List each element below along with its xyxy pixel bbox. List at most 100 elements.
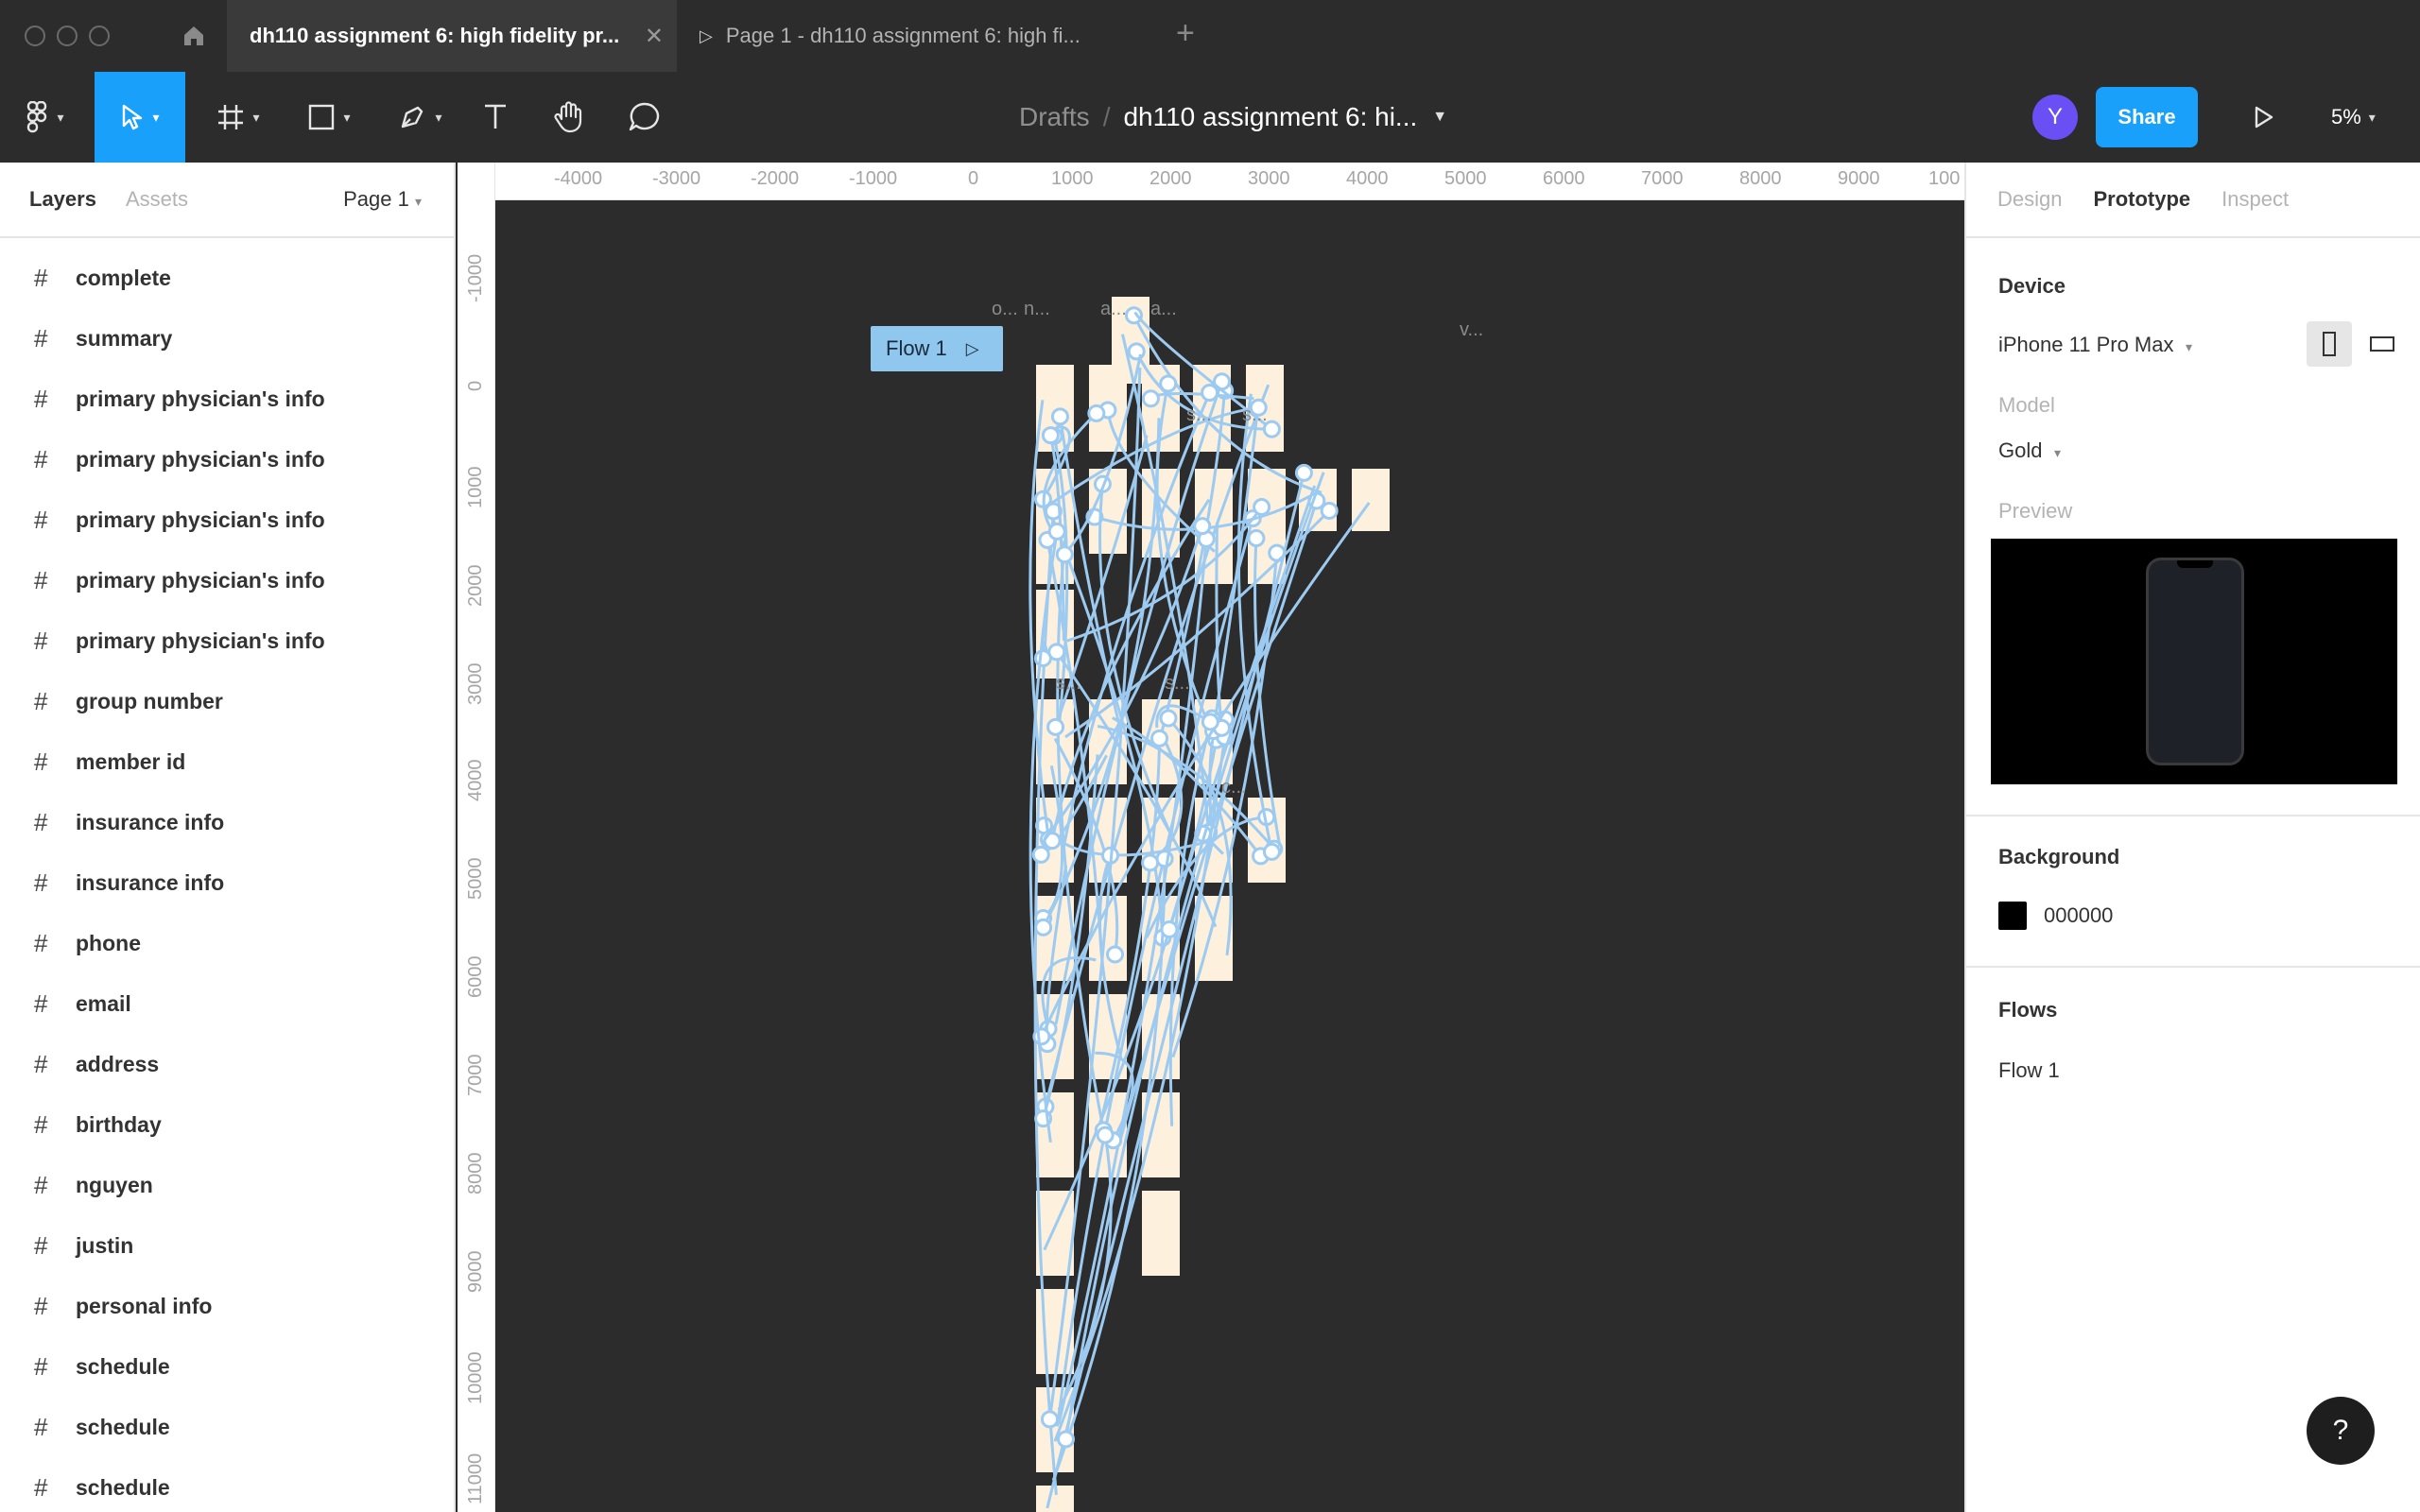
layer-item[interactable]: # phone — [0, 913, 454, 973]
background-color-field[interactable]: 000000 — [1966, 902, 2113, 930]
ruler-label: 10000 — [465, 1351, 486, 1404]
portrait-icon — [2323, 332, 2336, 356]
connection-node[interactable] — [1201, 713, 1219, 731]
layer-item[interactable]: # schedule — [0, 1336, 454, 1397]
flows-heading-wrap: Flows — [1966, 998, 2057, 1022]
shape-tool-button[interactable]: ▾ — [291, 72, 367, 163]
connection-node[interactable] — [1155, 850, 1174, 868]
connection-node[interactable] — [1047, 522, 1066, 541]
layer-item[interactable]: # member id — [0, 731, 454, 792]
home-icon[interactable] — [161, 0, 227, 72]
connection-node[interactable] — [1193, 517, 1212, 536]
move-tool-button[interactable]: ▾ — [95, 72, 185, 163]
layer-item[interactable]: # primary physician's info — [0, 490, 454, 550]
prototype-frame[interactable] — [1142, 1191, 1180, 1276]
avatar[interactable]: Y — [2032, 94, 2078, 140]
minimize-window-button[interactable] — [57, 26, 78, 46]
tab-inspect[interactable]: Inspect — [2221, 187, 2289, 212]
connection-node[interactable] — [1294, 463, 1313, 482]
connection-node[interactable] — [1124, 306, 1143, 325]
connection-node[interactable] — [1046, 717, 1065, 736]
layer-item[interactable]: # summary — [0, 308, 454, 369]
connection-node[interactable] — [1096, 1125, 1115, 1144]
help-button[interactable]: ? — [2307, 1397, 2375, 1465]
layer-item[interactable]: # primary physician's info — [0, 610, 454, 671]
chevron-down-icon[interactable]: ▼ — [1432, 109, 1447, 126]
connection-node[interactable] — [1141, 853, 1160, 872]
layer-item[interactable]: # nguyen — [0, 1155, 454, 1215]
layer-item[interactable]: # primary physician's info — [0, 550, 454, 610]
model-dropdown[interactable]: Gold ▾ — [1966, 438, 2061, 463]
layer-item[interactable]: # personal info — [0, 1276, 454, 1336]
connection-node[interactable] — [1106, 945, 1125, 964]
share-button[interactable]: Share — [2096, 87, 2198, 147]
connection-node[interactable] — [1247, 529, 1266, 548]
text-tool-button[interactable] — [473, 72, 518, 163]
new-tab-icon[interactable]: + — [1176, 15, 1195, 52]
layer-item[interactable]: # group number — [0, 671, 454, 731]
layer-item[interactable]: # justin — [0, 1215, 454, 1276]
layer-item[interactable]: # schedule — [0, 1397, 454, 1457]
close-window-button[interactable] — [25, 26, 45, 46]
zoom-window-button[interactable] — [89, 26, 110, 46]
layer-item[interactable]: # schedule — [0, 1457, 454, 1512]
prototype-frame[interactable] — [1352, 469, 1390, 531]
connection-node[interactable] — [1041, 426, 1060, 445]
tab-prototype[interactable]: Prototype — [2093, 187, 2190, 212]
connection-node[interactable] — [1050, 407, 1069, 426]
layer-item[interactable]: # address — [0, 1034, 454, 1094]
connection-node[interactable] — [1087, 404, 1106, 422]
connection-node[interactable] — [1034, 918, 1053, 936]
main-menu-button[interactable]: ▾ — [0, 72, 91, 163]
layer-item[interactable]: # email — [0, 973, 454, 1034]
connection-node[interactable] — [1159, 709, 1178, 728]
tab-design[interactable]: Design — [1997, 187, 2062, 212]
flow-item[interactable]: Flow 1 — [1966, 1058, 2060, 1083]
device-dropdown[interactable]: iPhone 11 Pro Max ▾ — [1966, 333, 2192, 357]
canvas[interactable]: -4000 -3000 -2000 -1000 0 1000 2000 3000… — [458, 163, 1964, 1512]
layer-item[interactable]: # complete — [0, 248, 454, 308]
connection-node[interactable] — [1127, 342, 1146, 361]
close-tab-icon[interactable]: ✕ — [645, 23, 664, 50]
layer-name: primary physician's info — [76, 627, 325, 653]
connection-node[interactable] — [1047, 643, 1066, 662]
layer-item[interactable]: # insurance info — [0, 852, 454, 913]
frame-tool-button[interactable]: ▾ — [200, 72, 276, 163]
background-color-swatch[interactable] — [1998, 902, 2027, 930]
pen-tool-button[interactable]: ▾ — [382, 72, 458, 163]
portrait-orientation-button[interactable] — [2307, 321, 2352, 367]
connection-node[interactable] — [1141, 389, 1160, 408]
frame-label: o... — [992, 299, 1018, 319]
connection-node[interactable] — [1150, 729, 1169, 747]
connection-node[interactable] — [1320, 501, 1339, 520]
layer-item[interactable]: # primary physician's info — [0, 369, 454, 429]
layer-item[interactable]: # insurance info — [0, 792, 454, 852]
connection-node[interactable] — [1031, 845, 1050, 864]
connection-node[interactable] — [1055, 545, 1074, 564]
connection-node[interactable] — [1032, 1027, 1051, 1046]
tab-file[interactable]: dh110 assignment 6: high fidelity pr... … — [227, 0, 677, 72]
hand-tool-button[interactable] — [546, 72, 592, 163]
tab-assets[interactable]: Assets — [126, 187, 188, 212]
present-button[interactable] — [2240, 94, 2286, 140]
layer-item[interactable]: # birthday — [0, 1094, 454, 1155]
connection-node[interactable] — [1262, 842, 1281, 861]
model-label: Model — [1998, 393, 2055, 417]
connection-node[interactable] — [1159, 374, 1178, 393]
zoom-dropdown[interactable]: 5% ▾ — [2331, 72, 2376, 163]
tab-layers[interactable]: Layers — [29, 187, 96, 212]
connection-node[interactable] — [1201, 383, 1219, 402]
connection-node[interactable] — [1040, 1410, 1059, 1429]
ruler-label: -3000 — [652, 168, 701, 189]
connection-node[interactable] — [1160, 919, 1179, 938]
landscape-orientation-button[interactable] — [2360, 321, 2405, 367]
connection-node[interactable] — [1056, 1430, 1075, 1449]
layer-item[interactable]: # primary physician's info — [0, 429, 454, 490]
tab-prototype-view[interactable]: ▷ Page 1 - dh110 assignment 6: high fi..… — [677, 0, 1150, 72]
breadcrumb-drafts[interactable]: Drafts — [1019, 102, 1090, 132]
file-name[interactable]: dh110 assignment 6: hi... — [1123, 102, 1417, 132]
comment-tool-button[interactable] — [622, 72, 667, 163]
page-selector[interactable]: Page 1 ▾ — [343, 187, 422, 212]
flow-start-badge[interactable]: Flow 1 ▷ — [871, 326, 1003, 371]
connection-node[interactable] — [1253, 498, 1271, 517]
